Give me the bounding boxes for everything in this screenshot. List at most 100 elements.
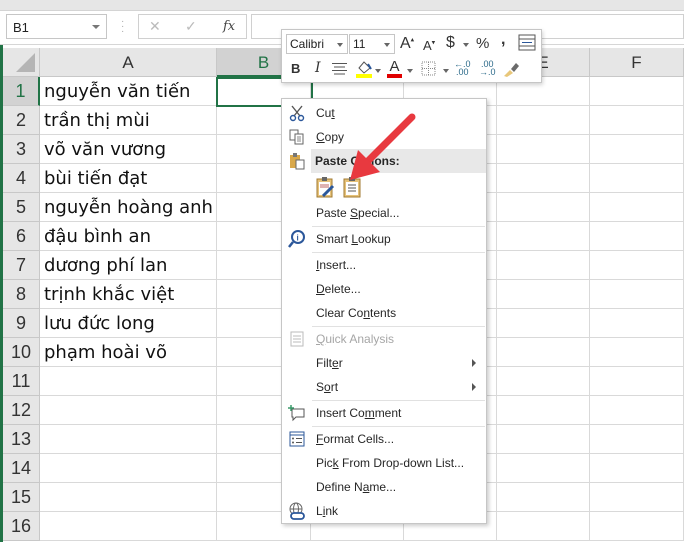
cell-f11[interactable] [590, 367, 684, 396]
row-header[interactable]: 1 [3, 77, 40, 106]
menu-item-format-cells[interactable]: Format Cells... [283, 427, 486, 451]
chevron-down-icon[interactable] [407, 69, 413, 73]
cell-f13[interactable] [590, 425, 684, 454]
cell-a16[interactable] [40, 512, 217, 541]
cell-e4[interactable] [497, 164, 590, 193]
cell-f8[interactable] [590, 280, 684, 309]
check-icon[interactable]: ✓ [185, 18, 197, 35]
merge-center-button[interactable] [518, 34, 536, 54]
column-header-a[interactable]: A [40, 48, 217, 77]
row-header[interactable]: 11 [3, 367, 40, 396]
cell-f6[interactable] [590, 222, 684, 251]
cell-a8[interactable]: trịnh khắc việt [40, 280, 217, 309]
insert-function-icon[interactable]: fx [223, 19, 235, 34]
cell-a9[interactable]: lưu đức long [40, 309, 217, 338]
drag-handle-icon[interactable]: · · · [121, 17, 124, 37]
percent-button[interactable]: % [476, 35, 489, 52]
menu-item-paste-special[interactable]: Paste Special... [283, 201, 486, 225]
cell-e13[interactable] [497, 425, 590, 454]
cell-a4[interactable]: bùi tiến đạt [40, 164, 217, 193]
cell-f5[interactable] [590, 193, 684, 222]
row-header[interactable]: 7 [3, 251, 40, 280]
row-header[interactable]: 10 [3, 338, 40, 367]
cell-f14[interactable] [590, 454, 684, 483]
cell-a10[interactable]: phạm hoài võ [40, 338, 217, 367]
cell-a11[interactable] [40, 367, 217, 396]
menu-item-link[interactable]: Link [283, 499, 486, 523]
cell-e9[interactable] [497, 309, 590, 338]
fill-color-button[interactable] [355, 59, 373, 81]
borders-button[interactable] [421, 61, 436, 79]
cell-a7[interactable]: dương phí lan [40, 251, 217, 280]
cell-f9[interactable] [590, 309, 684, 338]
cell-e8[interactable] [497, 280, 590, 309]
chevron-down-icon[interactable] [92, 25, 100, 29]
menu-item-sort[interactable]: Sort [283, 375, 486, 399]
menu-item-copy[interactable]: Copy [283, 125, 486, 149]
cell-e6[interactable] [497, 222, 590, 251]
cell-f3[interactable] [590, 135, 684, 164]
cell-a15[interactable] [40, 483, 217, 512]
cell-a13[interactable] [40, 425, 217, 454]
row-header[interactable]: 15 [3, 483, 40, 512]
cell-f1[interactable] [590, 77, 684, 106]
row-header[interactable]: 6 [3, 222, 40, 251]
cell-e10[interactable] [497, 338, 590, 367]
cancel-icon[interactable]: ✕ [149, 18, 161, 35]
cell-e16[interactable] [497, 512, 590, 541]
row-header[interactable]: 12 [3, 396, 40, 425]
format-painter-button[interactable] [502, 60, 520, 81]
decrease-font-size-button[interactable]: A▾ [423, 38, 435, 53]
cell-a12[interactable] [40, 396, 217, 425]
align-center-button[interactable] [332, 62, 347, 78]
row-header[interactable]: 8 [3, 280, 40, 309]
chevron-down-icon[interactable] [443, 69, 449, 73]
cell-a1[interactable]: nguyễn văn tiến [40, 77, 217, 106]
column-header-f[interactable]: F [590, 48, 684, 77]
font-size-select[interactable]: 11 [349, 34, 395, 54]
cell-a3[interactable]: võ văn vương [40, 135, 217, 164]
cell-e14[interactable] [497, 454, 590, 483]
cell-e12[interactable] [497, 396, 590, 425]
cell-f7[interactable] [590, 251, 684, 280]
increase-font-size-button[interactable]: A▴ [400, 35, 414, 53]
cell-f15[interactable] [590, 483, 684, 512]
paste-keep-formatting-button[interactable] [315, 176, 337, 198]
cell-e7[interactable] [497, 251, 590, 280]
row-header[interactable]: 3 [3, 135, 40, 164]
row-header[interactable]: 13 [3, 425, 40, 454]
menu-item-delete[interactable]: Delete... [283, 277, 486, 301]
cell-f16[interactable] [590, 512, 684, 541]
menu-item-define-name[interactable]: Define Name... [283, 475, 486, 499]
bold-button[interactable]: B [291, 61, 300, 76]
chevron-down-icon[interactable] [463, 43, 469, 47]
increase-decimal-button[interactable]: ←.0 .00 [454, 60, 471, 77]
name-box[interactable]: B1 [6, 14, 107, 39]
menu-item-cut[interactable]: Cut [283, 101, 486, 125]
row-header[interactable]: 16 [3, 512, 40, 541]
decrease-decimal-button[interactable]: .00 →.0 [479, 60, 496, 77]
font-color-button[interactable]: A [387, 59, 402, 78]
row-header[interactable]: 4 [3, 164, 40, 193]
row-header[interactable]: 14 [3, 454, 40, 483]
comma-style-button[interactable]: , [501, 31, 505, 49]
select-all-button[interactable] [3, 48, 40, 77]
menu-item-insert[interactable]: Insert... [283, 253, 486, 277]
row-header[interactable]: 2 [3, 106, 40, 135]
cell-e2[interactable] [497, 106, 590, 135]
row-header[interactable]: 9 [3, 309, 40, 338]
cell-f12[interactable] [590, 396, 684, 425]
row-header[interactable]: 5 [3, 193, 40, 222]
italic-button[interactable]: I [315, 60, 321, 76]
cell-e11[interactable] [497, 367, 590, 396]
cell-a14[interactable] [40, 454, 217, 483]
cell-f4[interactable] [590, 164, 684, 193]
cell-e15[interactable] [497, 483, 590, 512]
menu-item-insert-comment[interactable]: Insert Comment [283, 401, 486, 425]
cell-a2[interactable]: trần thị mùi [40, 106, 217, 135]
paste-values-button[interactable] [342, 176, 364, 198]
cell-e5[interactable] [497, 193, 590, 222]
menu-item-smart-lookup[interactable]: i Smart Lookup [283, 227, 486, 251]
menu-item-clear-contents[interactable]: Clear Contents [283, 301, 486, 325]
cell-f10[interactable] [590, 338, 684, 367]
